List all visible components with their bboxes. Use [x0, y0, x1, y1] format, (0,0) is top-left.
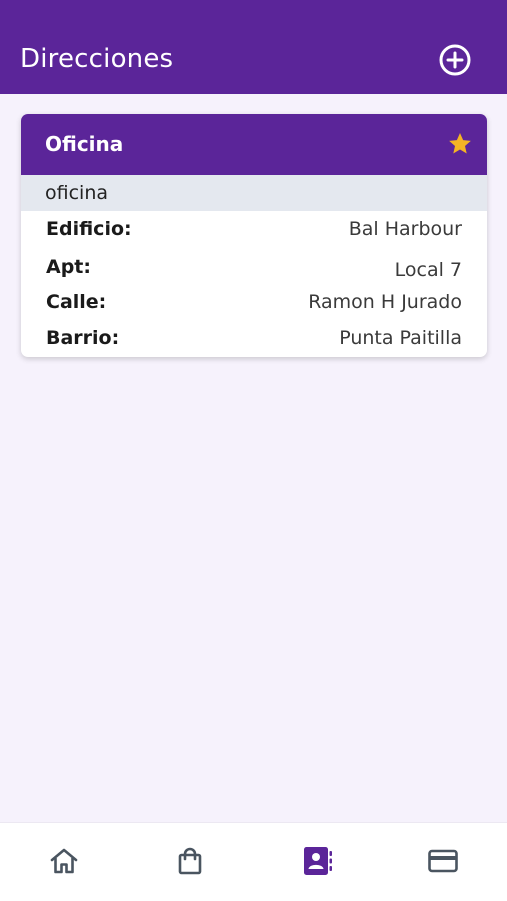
contacts-icon [304, 847, 332, 875]
field-row-apt: Apt: Local 7 [21, 256, 487, 290]
page-title: Direcciones [20, 44, 174, 74]
plus-circle-icon [439, 44, 471, 76]
field-row-calle: Calle: Ramon H Jurado [21, 291, 487, 325]
field-value: Ramon H Jurado [308, 291, 462, 313]
nav-item-payments[interactable] [425, 843, 461, 879]
address-title: Oficina [45, 132, 124, 156]
credit-card-icon [428, 849, 458, 873]
field-value: Bal Harbour [348, 218, 462, 240]
bottom-nav [0, 822, 507, 901]
add-address-button[interactable] [438, 43, 472, 77]
shopping-bag-icon [178, 847, 202, 875]
nav-item-orders[interactable] [172, 843, 208, 879]
field-row-edificio: Edificio: Bal Harbour [21, 218, 487, 252]
app-bar: Direcciones [0, 0, 507, 94]
field-label: Barrio: [46, 327, 120, 349]
address-card[interactable]: Oficina oficina Edificio: Bal Harbour Ap… [21, 114, 487, 357]
address-subtitle: oficina [45, 182, 109, 204]
address-card-subheader: oficina [21, 175, 487, 211]
field-label: Calle: [46, 291, 107, 313]
field-value: Punta Paitilla [339, 327, 462, 349]
address-card-header: Oficina [21, 114, 487, 175]
nav-item-addresses[interactable] [299, 843, 335, 879]
field-row-barrio: Barrio: Punta Paitilla [21, 327, 487, 357]
field-value: Local 7 [394, 259, 462, 281]
star-icon[interactable] [447, 131, 473, 157]
field-label: Apt: [46, 256, 91, 278]
home-icon [50, 848, 78, 874]
nav-item-home[interactable] [46, 843, 82, 879]
field-label: Edificio: [46, 218, 132, 240]
